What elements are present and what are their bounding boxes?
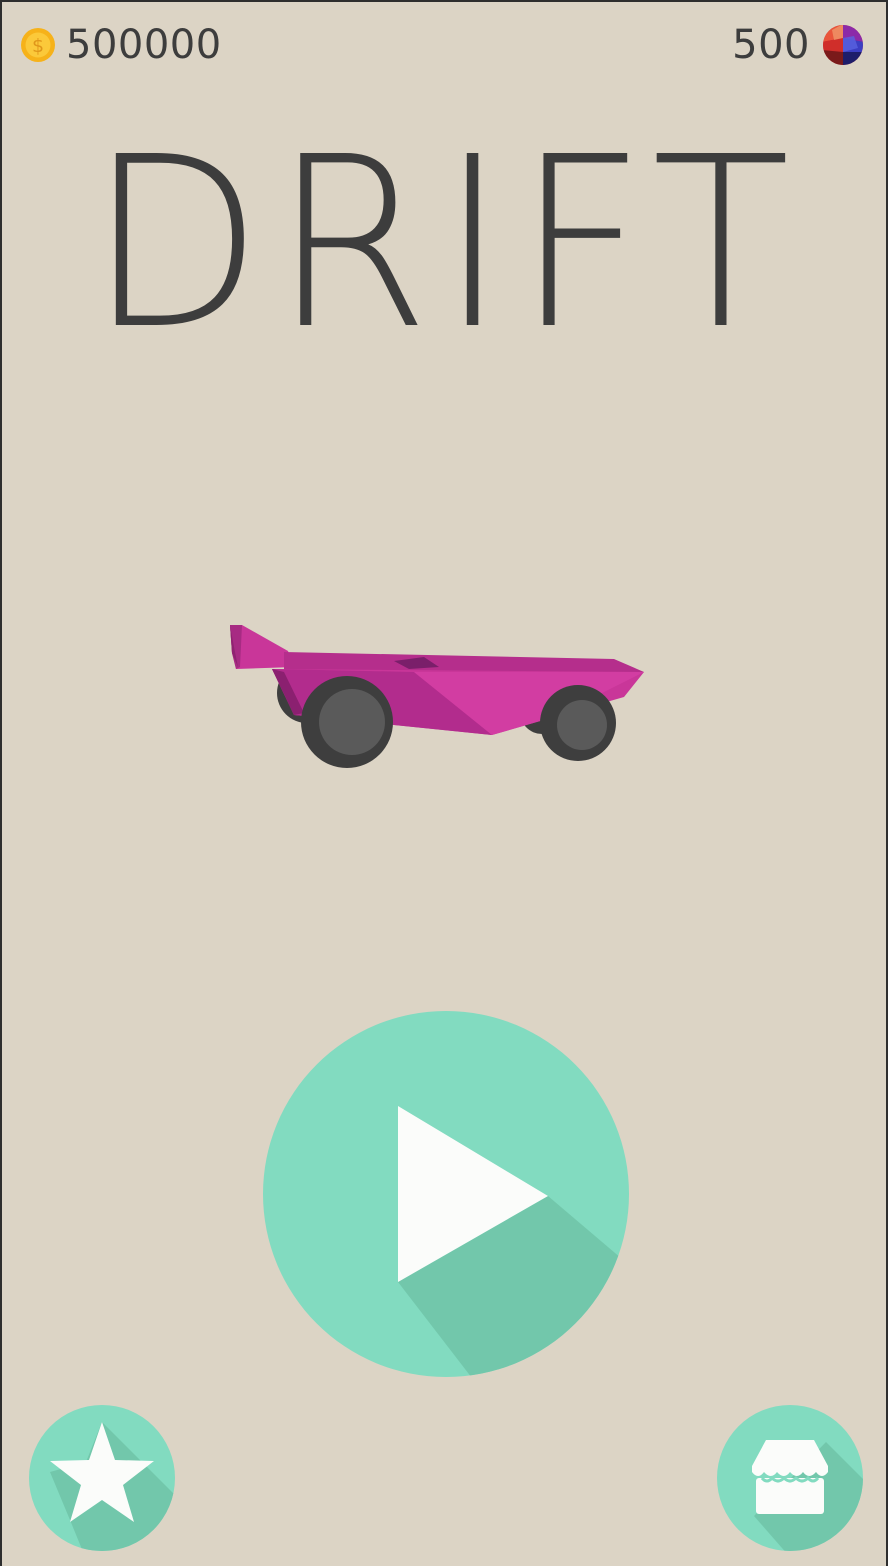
gem-ball-icon [823, 25, 863, 65]
gem-amount: 500 [732, 22, 810, 68]
coin-icon: $ [21, 28, 55, 62]
play-button[interactable] [262, 1010, 630, 1378]
leaderboard-button[interactable] [28, 1404, 176, 1552]
shop-button[interactable] [716, 1404, 864, 1552]
gem-counter: 500 [732, 22, 864, 68]
game-title: DRIFT [88, 106, 800, 381]
coin-counter: $ 500000 [20, 22, 222, 68]
car-illustration [230, 625, 644, 768]
svg-text:$: $ [32, 35, 44, 57]
coin-amount: 500000 [66, 22, 222, 68]
game-screen: $ 500000 500 DRIFT [0, 0, 888, 1566]
